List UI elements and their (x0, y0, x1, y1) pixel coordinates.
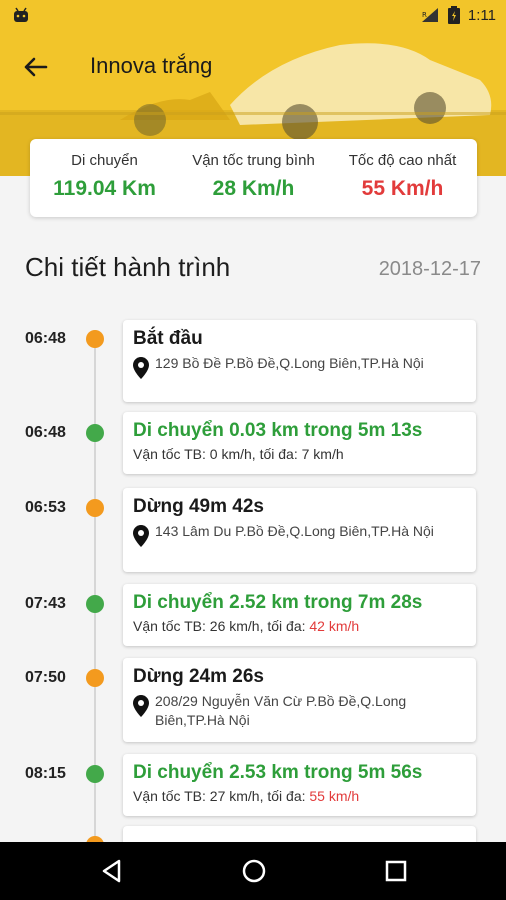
card-address: 208/29 Nguyễn Văn Cừ P.Bồ Đề,Q.Long Biên… (155, 693, 407, 728)
stat-label: Di chuyển (71, 152, 138, 169)
card-speed: Vận tốc TB: 26 km/h, tối đa: 42 km/h (133, 618, 466, 634)
card-heading: Di chuyển 0.03 km trong 5m 13s (133, 420, 423, 441)
svg-text:R: R (422, 11, 427, 19)
card-heading: Dừng 24m 26s (133, 666, 264, 687)
stop-dot (86, 669, 104, 687)
nav-back-icon[interactable] (97, 856, 127, 886)
timeline-time: 08:15 (25, 765, 66, 782)
move-dot (86, 765, 104, 783)
stats-card: Di chuyển 119.04 Km Vận tốc trung bình 2… (30, 139, 477, 217)
speed-text: Vận tốc TB: 27 km/h, tối đa: (133, 788, 310, 804)
timeline-time: 06:53 (25, 499, 66, 516)
card-speed: Vận tốc TB: 27 km/h, tối đa: 55 km/h (133, 788, 466, 804)
nav-home-icon[interactable] (239, 856, 269, 886)
navigation-bar (0, 842, 506, 900)
stat-value: 119.04 Km (53, 177, 156, 200)
card-heading: Di chuyển 2.52 km trong 7m 28s (133, 592, 423, 613)
battery-icon (447, 6, 460, 24)
stat-distance: Di chuyển 119.04 Km (30, 139, 179, 217)
speed-text: Vận tốc TB: 26 km/h, tối đa: (133, 618, 310, 634)
nav-recents-icon[interactable] (381, 856, 411, 886)
back-arrow-icon[interactable] (20, 52, 50, 82)
stop-dot (86, 499, 104, 517)
section-title: Chi tiết hành trình (25, 252, 231, 282)
location-pin-icon (133, 525, 149, 547)
card-speed: Vận tốc TB: 0 km/h, tối đa: 7 km/h (133, 446, 466, 462)
status-bar: R 1:11 (0, 0, 506, 32)
card-heading: Bắt đầu (133, 328, 203, 349)
timeline-time: 06:48 (25, 424, 66, 441)
max-speed-text: 7 km/h (301, 446, 344, 462)
toolbar: Innova trắng (0, 40, 506, 92)
stat-value: 28 Km/h (212, 177, 295, 200)
timeline-time: 07:43 (25, 595, 66, 612)
stat-max-speed: Tốc độ cao nhất 55 Km/h (328, 139, 477, 217)
stat-label: Vận tốc trung bình (192, 152, 315, 169)
card-address: 129 Bồ Đề P.Bồ Đề,Q.Long Biên,TP.Hà Nội (155, 355, 424, 371)
stat-label: Tốc độ cao nhất (348, 152, 457, 169)
timeline-card[interactable]: Bắt đầu 129 Bồ Đề P.Bồ Đề,Q.Long Biên,TP… (123, 320, 476, 402)
stat-value: 55 Km/h (361, 177, 444, 200)
timeline-card[interactable]: Di chuyển 2.52 km trong 7m 28s Vận tốc T… (123, 584, 476, 646)
card-address: 143 Lâm Du P.Bồ Đề,Q.Long Biên,TP.Hà Nội (155, 523, 434, 539)
timeline-time: 07:50 (25, 669, 66, 686)
signal-icon: R (421, 8, 438, 22)
android-icon (14, 7, 28, 22)
timeline-card[interactable]: Dừng 24m 26s 208/29 Nguyễn Văn Cừ P.Bồ Đ… (123, 658, 476, 742)
page-title: Innova trắng (90, 53, 213, 78)
move-dot (86, 595, 104, 613)
timeline-card[interactable]: Di chuyển 0.03 km trong 5m 13s Vận tốc T… (123, 412, 476, 474)
clock: 1:11 (467, 6, 496, 24)
card-heading: Di chuyển 2.53 km trong 5m 56s (133, 762, 423, 783)
speed-text: Vận tốc TB: 0 km/h, tối đa: (133, 446, 302, 462)
section-date: 2018-12-17 (378, 258, 481, 280)
stat-average-speed: Vận tốc trung bình 28 Km/h (179, 139, 328, 217)
card-heading: Dừng 49m 42s (133, 496, 264, 517)
max-speed-text: 42 km/h (309, 618, 360, 634)
location-pin-icon (133, 695, 149, 717)
move-dot (86, 424, 104, 442)
max-speed-text: 55 km/h (309, 788, 360, 804)
stop-dot (86, 330, 104, 348)
location-pin-icon (133, 357, 149, 379)
timeline-time: 06:48 (25, 330, 66, 347)
timeline-card[interactable]: Di chuyển 2.53 km trong 5m 56s Vận tốc T… (123, 754, 476, 816)
timeline-card[interactable]: Dừng 49m 42s 143 Lâm Du P.Bồ Đề,Q.Long B… (123, 488, 476, 572)
